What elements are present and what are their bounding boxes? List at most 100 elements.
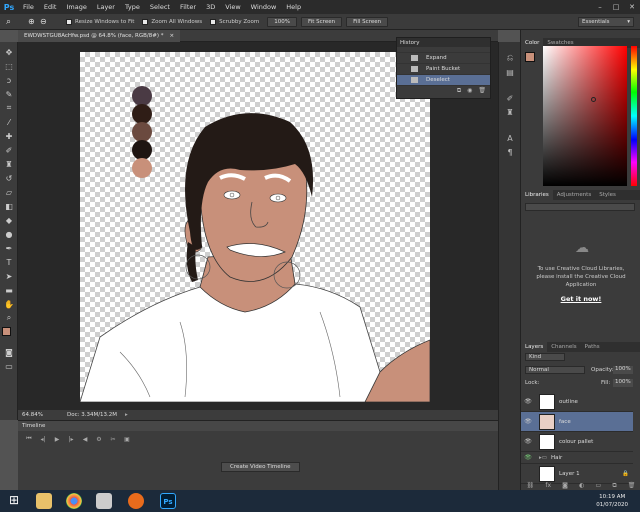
zoom-in-icon[interactable]: ⊕ bbox=[28, 17, 40, 26]
foreground-color-chip[interactable] bbox=[525, 52, 535, 62]
fit-screen-button[interactable]: Fit Screen bbox=[300, 16, 343, 27]
layer-filter-kind[interactable]: Kind bbox=[525, 353, 565, 361]
blend-mode-select[interactable]: Normal bbox=[525, 366, 585, 374]
blur-tool-icon[interactable]: ◆ bbox=[3, 214, 15, 226]
snapshot-icon[interactable]: ◉ bbox=[467, 87, 472, 94]
split-icon[interactable]: ✂ bbox=[106, 436, 120, 443]
properties-panel-icon[interactable]: ▤ bbox=[504, 66, 516, 78]
link-icon[interactable]: ⛓ bbox=[527, 482, 535, 490]
new-layer-icon[interactable]: ⧉ bbox=[612, 482, 616, 490]
prev-frame-icon[interactable]: ◂| bbox=[36, 436, 50, 443]
color-field[interactable] bbox=[543, 46, 627, 186]
play-icon[interactable]: ▶ bbox=[50, 436, 64, 443]
layer-row-outline[interactable]: 👁 outline bbox=[521, 392, 633, 412]
close-icon[interactable]: ✕ bbox=[624, 0, 640, 14]
tab-channels[interactable]: Channels bbox=[547, 342, 580, 352]
layer-row-layer-1[interactable]: Layer 1 🔒 bbox=[521, 464, 633, 484]
minimize-icon[interactable]: – bbox=[592, 0, 608, 14]
tab-paths[interactable]: Paths bbox=[581, 342, 604, 352]
layer-row-face[interactable]: 👁 face bbox=[521, 412, 633, 432]
trash-icon[interactable]: 🗑 bbox=[478, 87, 486, 94]
eye-icon[interactable]: 👁 bbox=[521, 438, 535, 445]
scrubby-zoom-checkbox[interactable]: Scrubby Zoom bbox=[210, 18, 259, 25]
paint-bucket-tool-icon[interactable]: ◧ bbox=[3, 200, 15, 212]
close-tab-icon[interactable]: × bbox=[170, 33, 175, 39]
document-tab[interactable]: EWDWSTGU8AcHfw.psd @ 64.8% (face, RGB/8#… bbox=[18, 30, 181, 42]
lasso-tool-icon[interactable]: ↄ bbox=[3, 74, 15, 86]
foreground-color-swatch[interactable] bbox=[2, 327, 11, 336]
type-tool-icon[interactable]: T bbox=[3, 256, 15, 268]
paragraph-panel-icon[interactable]: ¶ bbox=[504, 146, 516, 158]
history-brush-tool-icon[interactable]: ↺ bbox=[3, 172, 15, 184]
screen-mode-icon[interactable]: ▭ bbox=[3, 360, 15, 372]
tab-libraries[interactable]: Libraries bbox=[521, 190, 553, 200]
next-frame-icon[interactable]: |▸ bbox=[64, 436, 78, 443]
resize-windows-checkbox[interactable]: Resize Windows to Fit bbox=[66, 18, 134, 25]
stamp-tool-icon[interactable]: ♜ bbox=[3, 158, 15, 170]
mask-icon[interactable]: ◙ bbox=[562, 482, 568, 490]
new-document-icon[interactable]: ⧉ bbox=[457, 87, 461, 95]
menu-layer[interactable]: Layer bbox=[92, 0, 120, 14]
document-canvas[interactable] bbox=[79, 52, 432, 403]
move-tool-icon[interactable]: ✥ bbox=[3, 46, 15, 58]
start-icon[interactable]: ⊞ bbox=[6, 493, 22, 509]
system-clock[interactable]: 10:19 AM 01/07/2020 bbox=[596, 493, 628, 509]
tab-adjustments[interactable]: Adjustments bbox=[553, 190, 595, 200]
dodge-tool-icon[interactable]: ● bbox=[3, 228, 15, 240]
adjustment-icon[interactable]: ◐ bbox=[579, 482, 584, 490]
color-picker-ring[interactable] bbox=[591, 97, 596, 102]
zoom-tool-icon[interactable]: ⌕ bbox=[3, 312, 15, 324]
pen-tool-icon[interactable]: ✒ bbox=[3, 242, 15, 254]
marquee-tool-icon[interactable]: ⬚ bbox=[3, 60, 15, 72]
history-item-paint-bucket[interactable]: Paint Bucket bbox=[397, 64, 490, 75]
audio-icon[interactable]: ◀ bbox=[78, 436, 92, 443]
hue-slider[interactable] bbox=[631, 46, 637, 186]
eye-icon[interactable]: 👁 bbox=[521, 454, 535, 461]
shape-tool-icon[interactable]: ▬ bbox=[3, 284, 15, 296]
trash-icon[interactable]: 🗑 bbox=[628, 482, 636, 490]
eye-icon[interactable]: 👁 bbox=[521, 398, 535, 405]
zoom-tool-icon[interactable]: ⌕ bbox=[6, 17, 20, 27]
quick-select-tool-icon[interactable]: ✎ bbox=[3, 88, 15, 100]
menu-3d[interactable]: 3D bbox=[201, 0, 220, 14]
layer-row-hair[interactable]: 👁 ▸▭ Hair bbox=[521, 452, 633, 464]
history-item-expand[interactable]: Expand bbox=[397, 53, 490, 64]
menu-file[interactable]: File bbox=[18, 0, 39, 14]
chrome-icon[interactable] bbox=[66, 493, 82, 509]
menu-filter[interactable]: Filter bbox=[175, 0, 201, 14]
menu-help[interactable]: Help bbox=[281, 0, 306, 14]
hand-tool-icon[interactable]: ✋ bbox=[3, 298, 15, 310]
eraser-tool-icon[interactable]: ▱ bbox=[3, 186, 15, 198]
character-panel-icon[interactable]: A bbox=[504, 132, 516, 144]
layer-row-colour-pallet[interactable]: 👁 colour pallet bbox=[521, 432, 633, 452]
transition-icon[interactable]: ▣ bbox=[120, 436, 134, 443]
first-frame-icon[interactable]: ⏮ bbox=[22, 435, 36, 443]
eye-icon[interactable]: 👁 bbox=[521, 418, 535, 425]
zoom-out-icon[interactable]: ⊖ bbox=[40, 17, 52, 26]
get-it-now-link[interactable]: Get it now! bbox=[521, 295, 640, 303]
healing-tool-icon[interactable]: ✚ bbox=[3, 130, 15, 142]
zoom-all-windows-checkbox[interactable]: Zoom All Windows bbox=[142, 18, 202, 25]
menu-select[interactable]: Select bbox=[145, 0, 175, 14]
tab-styles[interactable]: Styles bbox=[595, 190, 620, 200]
fx-icon[interactable]: fx bbox=[545, 482, 551, 490]
app-icon[interactable] bbox=[128, 493, 144, 509]
crop-tool-icon[interactable]: ⌗ bbox=[3, 102, 15, 114]
status-menu-arrow-icon[interactable]: ▸ bbox=[125, 412, 128, 418]
menu-view[interactable]: View bbox=[220, 0, 245, 14]
zoom-level[interactable]: 64.84% bbox=[22, 412, 43, 418]
folder-icon[interactable]: ▭ bbox=[596, 482, 602, 490]
fill-screen-button[interactable]: Fill Screen bbox=[346, 16, 389, 27]
path-select-tool-icon[interactable]: ➤ bbox=[3, 270, 15, 282]
brush-panel-icon[interactable]: ✐ bbox=[504, 92, 516, 104]
brush-tool-icon[interactable]: ✐ bbox=[3, 144, 15, 156]
clone-source-icon[interactable]: ♜ bbox=[504, 106, 516, 118]
file-explorer-icon[interactable] bbox=[36, 493, 52, 509]
menu-image[interactable]: Image bbox=[61, 0, 91, 14]
photoshop-taskbar-icon[interactable]: Ps bbox=[160, 493, 176, 509]
workspace-select[interactable]: Essentials ▾ bbox=[578, 17, 634, 27]
menu-window[interactable]: Window bbox=[246, 0, 282, 14]
opacity-field[interactable]: 100% bbox=[613, 366, 633, 374]
fill-field[interactable]: 100% bbox=[613, 379, 633, 387]
settings-icon[interactable]: ⚙ bbox=[92, 436, 106, 443]
